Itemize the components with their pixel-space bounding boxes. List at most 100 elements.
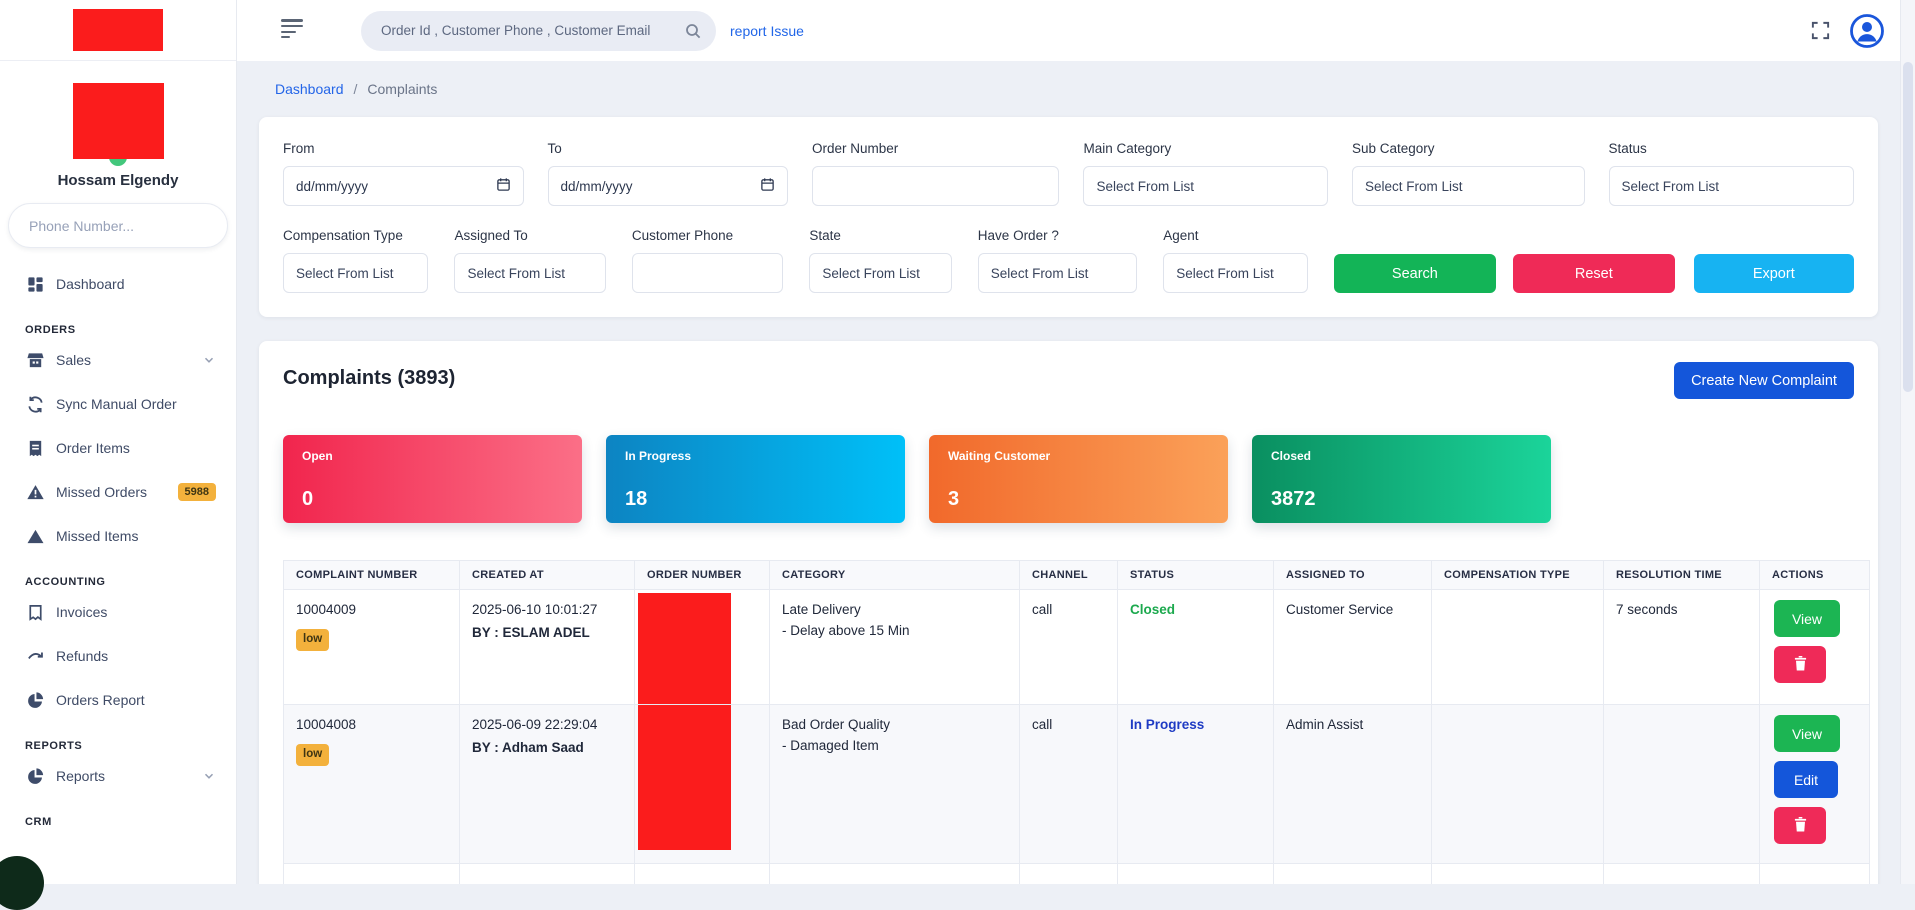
customer-phone-input[interactable] [645, 265, 770, 282]
from-date-input[interactable]: dd/mm/yyyy [283, 166, 524, 206]
edit-button[interactable]: Edit [1774, 761, 1838, 798]
state-select[interactable]: Select From List [809, 253, 951, 293]
sidebar-item-invoices[interactable]: Invoices [0, 590, 236, 634]
breadcrumb-dashboard-link[interactable]: Dashboard [275, 81, 344, 97]
reset-button[interactable]: Reset [1513, 254, 1674, 293]
filter-field-from: From dd/mm/yyyy [283, 141, 524, 206]
sync-icon [25, 394, 45, 414]
category: Bad Order Quality [782, 715, 1007, 736]
calendar-icon [496, 177, 511, 195]
fullscreen-icon[interactable] [1810, 20, 1831, 41]
summary-card-label: Waiting Customer [948, 449, 1209, 463]
sidebar-item-label: Missed Items [56, 528, 138, 544]
summary-card-closed[interactable]: Closed 3872 [1252, 435, 1551, 523]
create-new-complaint-button[interactable]: Create New Complaint [1674, 362, 1854, 399]
sub-category: - Damaged Item [782, 736, 1007, 757]
chat-widget-icon[interactable] [0, 856, 44, 910]
summary-card-open[interactable]: Open 0 [283, 435, 582, 523]
filter-label: To [548, 141, 789, 156]
return-arrow-icon [25, 646, 45, 666]
cell-created-at: 2025-06-09 22:29:04 BY : Adham Saad [460, 705, 635, 864]
agent-select[interactable]: Select From List [1163, 253, 1307, 293]
delete-button[interactable] [1774, 646, 1826, 683]
user-avatar-broken-image [73, 83, 164, 159]
sidebar-item-sync-manual-order[interactable]: Sync Manual Order [0, 382, 236, 426]
sidebar-item-label: Sync Manual Order [56, 396, 177, 412]
sidebar-section-crm: CRM [0, 816, 236, 828]
priority-badge: low [296, 629, 329, 651]
cell-compensation-type [1432, 590, 1604, 705]
sidebar: Hossam Elgendy Dashboard ORDERS Sales Sy… [0, 0, 237, 884]
col-category: CATEGORY [770, 561, 1020, 590]
assigned-to-select[interactable]: Select From List [454, 253, 605, 293]
scrollbar-thumb[interactable] [1903, 62, 1913, 392]
sidebar-item-missed-items[interactable]: Missed Items [0, 514, 236, 558]
sidebar-item-refunds[interactable]: Refunds [0, 634, 236, 678]
sidebar-item-label: Reports [56, 768, 105, 784]
sidebar-item-orders-report[interactable]: Orders Report [0, 678, 236, 722]
complaints-panel: Complaints (3893) Create New Complaint O… [259, 341, 1878, 884]
sidebar-item-label: Order Items [56, 440, 130, 456]
logo-container [0, 0, 236, 61]
filter-field-have-order: Have Order ? Select From List [978, 228, 1137, 293]
filter-field-main-category: Main Category Select From List [1083, 141, 1327, 206]
trash-icon [1793, 655, 1808, 675]
created-at: 2025-06-10 10:01:27 [472, 600, 622, 621]
created-by: BY : Adham Saad [472, 738, 622, 759]
filter-label: Have Order ? [978, 228, 1137, 243]
cell-actions: View [1760, 590, 1870, 705]
status-select[interactable]: Select From List [1609, 166, 1854, 206]
cell-status: Closed [1118, 590, 1274, 705]
have-order-select[interactable]: Select From List [978, 253, 1137, 293]
hamburger-icon[interactable] [281, 19, 305, 41]
summary-card-label: In Progress [625, 449, 886, 463]
cell-actions: View Edit [1760, 705, 1870, 864]
summary-card-waiting-customer[interactable]: Waiting Customer 3 [929, 435, 1228, 523]
filter-label: Compensation Type [283, 228, 428, 243]
pie-chart-icon [25, 766, 45, 786]
sidebar-item-order-items[interactable]: Order Items [0, 426, 236, 470]
phone-number-input[interactable] [8, 203, 228, 248]
vertical-scrollbar[interactable] [1900, 0, 1915, 884]
compensation-type-select[interactable]: Select From List [283, 253, 428, 293]
sidebar-item-label: Orders Report [56, 692, 145, 708]
sidebar-item-missed-orders[interactable]: Missed Orders 5988 [0, 470, 236, 514]
select-placeholder: Select From List [296, 266, 394, 281]
status-badge: Closed [1130, 602, 1175, 617]
sub-category-select[interactable]: Select From List [1352, 166, 1585, 206]
cell-complaint-number: 10004008 low [284, 705, 460, 864]
sidebar-item-dashboard[interactable]: Dashboard [0, 262, 236, 306]
main-category-select[interactable]: Select From List [1083, 166, 1327, 206]
triangle-icon [25, 526, 45, 546]
col-compensation-type: COMPENSATION TYPE [1432, 561, 1604, 590]
filters-panel: From dd/mm/yyyy To dd/mm/yyyy [259, 117, 1878, 317]
summary-card-label: Closed [1271, 449, 1532, 463]
order-number-input-wrap [812, 166, 1059, 206]
filter-field-compensation-type: Compensation Type Select From List [283, 228, 428, 293]
search-button[interactable]: Search [1334, 254, 1496, 293]
view-button[interactable]: View [1774, 715, 1840, 752]
search-icon[interactable] [684, 22, 702, 40]
sidebar-item-reports[interactable]: Reports [0, 754, 236, 798]
pie-chart-icon [25, 690, 45, 710]
select-placeholder: Select From List [991, 266, 1089, 281]
order-number-input[interactable] [825, 178, 1046, 195]
filter-label: Status [1609, 141, 1854, 156]
sidebar-item-sales[interactable]: Sales [0, 338, 236, 382]
topbar: report Issue [237, 0, 1915, 61]
filter-label: Order Number [812, 141, 1059, 156]
search-input[interactable] [379, 22, 678, 39]
filter-label: From [283, 141, 524, 156]
summary-card-in-progress[interactable]: In Progress 18 [606, 435, 905, 523]
delete-button[interactable] [1774, 807, 1826, 844]
complaints-table: COMPLAINT NUMBER CREATED AT ORDER NUMBER… [283, 560, 1870, 884]
sidebar-section-accounting: ACCOUNTING [0, 576, 236, 588]
export-button[interactable]: Export [1694, 254, 1854, 293]
user-avatar-icon[interactable] [1849, 13, 1885, 49]
category: Late Delivery [782, 600, 1007, 621]
table-row [284, 864, 1870, 885]
select-placeholder: Select From List [1096, 179, 1194, 194]
to-date-input[interactable]: dd/mm/yyyy [548, 166, 789, 206]
view-button[interactable]: View [1774, 600, 1840, 637]
report-issue-link[interactable]: report Issue [730, 23, 804, 39]
